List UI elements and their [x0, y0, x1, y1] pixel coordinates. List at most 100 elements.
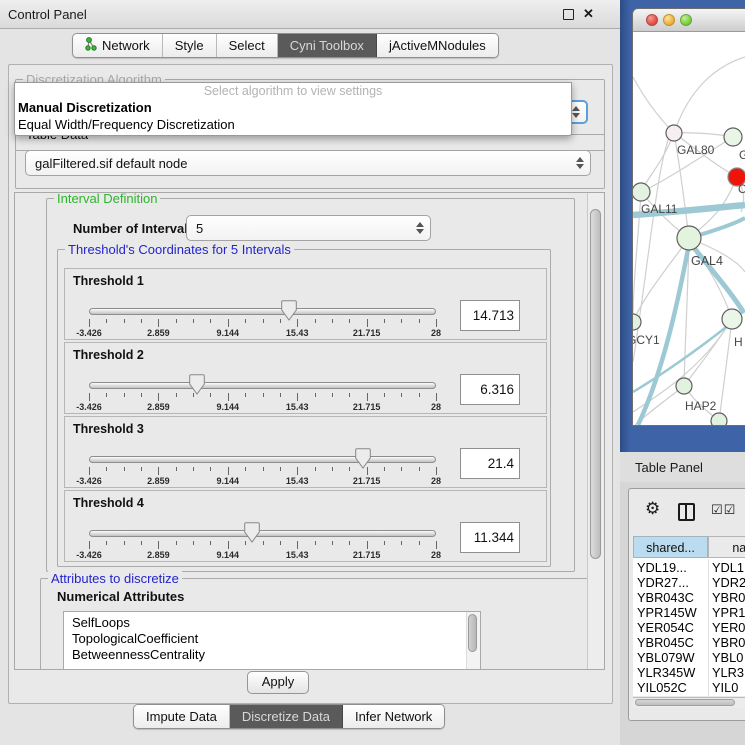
tab-label: Impute Data	[146, 709, 217, 724]
network-view-window: GAL80 GA C GAL11 GAL4 GCY1 H HAP2	[632, 8, 745, 426]
tab-style[interactable]: Style	[163, 34, 217, 57]
num-intervals-value: 5	[196, 221, 203, 236]
threshold-tick-labels: -3.4262.8599.14415.4321.71528	[89, 402, 436, 413]
table-cell[interactable]: YIL0	[712, 680, 738, 695]
table-data-group: Table Data galFiltered.sif default node	[15, 134, 605, 189]
threshold-ticks	[89, 393, 436, 402]
tab-cyni-toolbox[interactable]: Cyni Toolbox	[278, 34, 377, 57]
tab-jactivemnodules[interactable]: jActiveMNodules	[377, 34, 498, 57]
table-cell[interactable]: YIL052C	[637, 680, 687, 695]
node-attribute-table: shared...nameYDL19...YDL1YDR27...YDR2YBR…	[633, 536, 745, 696]
tab-network[interactable]: Network	[73, 34, 163, 57]
table-cell[interactable]: YER0	[712, 620, 745, 635]
threshold-value-field[interactable]: 14.713	[460, 300, 520, 331]
tab-infer-network[interactable]: Infer Network	[343, 705, 444, 728]
table-cell[interactable]: YER054C	[637, 620, 694, 635]
threshold-value-field[interactable]: 21.4	[460, 448, 520, 479]
column-separator	[708, 559, 709, 696]
network-node[interactable]	[724, 128, 742, 146]
table-cell[interactable]: YBR045C	[637, 635, 694, 650]
table-header-name[interactable]: name	[708, 536, 745, 558]
table-cell[interactable]: YLR345W	[637, 665, 695, 680]
threshold-slider-thumb[interactable]	[189, 374, 205, 395]
table-cell[interactable]: YBR0	[712, 590, 745, 605]
checkbox-icons[interactable]: ☑☑	[711, 503, 736, 518]
network-node[interactable]	[676, 378, 692, 394]
float-window-icon[interactable]	[563, 9, 574, 20]
scrollbar-thumb[interactable]	[468, 614, 477, 652]
table-panel-header: Table Panel	[620, 452, 745, 483]
control-panel-titlebar: Control Panel ✕	[0, 0, 620, 29]
table-cell[interactable]: YDR27...	[637, 575, 689, 590]
table-horizontal-scrollbar[interactable]	[633, 697, 745, 708]
table-cell[interactable]: YDL19...	[637, 560, 687, 575]
table-cell[interactable]: YBR0	[712, 635, 745, 650]
apply-button[interactable]: Apply	[247, 671, 309, 694]
minimize-traffic-light-icon[interactable]	[663, 14, 675, 26]
threshold-slider-track[interactable]	[89, 456, 436, 463]
threshold-slider-track[interactable]	[89, 530, 436, 537]
table-header-shared[interactable]: shared...	[633, 536, 708, 558]
threshold-slider-track[interactable]	[89, 382, 436, 389]
network-icon	[85, 37, 97, 54]
node-label: GCY1	[633, 333, 660, 347]
table-cell[interactable]: YBL079W	[637, 650, 695, 665]
combo-arrows-icon	[572, 106, 580, 118]
num-intervals-combobox[interactable]: 5	[186, 215, 431, 241]
threshold-slider-thumb[interactable]	[244, 522, 260, 543]
network-node[interactable]	[711, 413, 727, 425]
settings-scrollbar[interactable]	[587, 193, 604, 669]
attribute-item-topologicalcoefficient[interactable]: TopologicalCoefficient	[64, 631, 480, 647]
node-label: C	[738, 182, 745, 196]
threshold-slider-thumb[interactable]	[281, 300, 297, 321]
tab-impute-data[interactable]: Impute Data	[134, 705, 230, 728]
panel-title: Control Panel	[8, 7, 87, 22]
table-cell[interactable]: YDL1	[712, 560, 744, 575]
popup-option-manual-discretization[interactable]: Manual Discretization	[15, 99, 571, 116]
table-data-combobox[interactable]: galFiltered.sif default node	[25, 150, 591, 176]
attributes-scrollbar[interactable]	[466, 612, 480, 670]
node-label: GAL80	[677, 143, 715, 157]
numerical-attributes-list[interactable]: SelfLoopsTopologicalCoefficientBetweenne…	[63, 611, 481, 670]
threshold-slider-thumb[interactable]	[355, 448, 371, 469]
popup-placeholder: Select algorithm to view settings	[15, 83, 571, 99]
tab-label: Discretize Data	[242, 709, 330, 724]
scrollbar-thumb[interactable]	[590, 209, 601, 559]
node-label: H	[734, 335, 743, 349]
network-node[interactable]	[666, 125, 682, 141]
table-data-value: galFiltered.sif default node	[35, 156, 187, 171]
close-icon[interactable]: ✕	[583, 6, 594, 22]
threshold-slider-track[interactable]	[89, 308, 436, 315]
table-cell[interactable]: YPR145W	[637, 605, 697, 620]
attribute-item-betweennesscentrality[interactable]: BetweennessCentrality	[64, 647, 480, 663]
zoom-traffic-light-icon[interactable]	[680, 14, 692, 26]
threshold-panel: Threshold 2 -3.4262.8599.14415.4321.7152…	[64, 342, 547, 414]
app-root: Control Panel ✕ NetworkStyle Select Cyni T…	[0, 0, 745, 745]
group-title: Attributes to discretize	[48, 571, 182, 586]
close-traffic-light-icon[interactable]	[646, 14, 658, 26]
table-cell[interactable]: YLR3	[712, 665, 744, 680]
scrollbar-thumb[interactable]	[635, 699, 735, 706]
network-node[interactable]	[677, 226, 701, 250]
columns-icon[interactable]	[678, 503, 695, 521]
network-node[interactable]	[633, 183, 650, 201]
attribute-item-selfloops[interactable]: SelfLoops	[64, 615, 480, 631]
table-cell[interactable]: YDR2	[712, 575, 745, 590]
network-node-labels: GAL80 GA C GAL11 GAL4 GCY1 H HAP2	[633, 143, 745, 413]
network-node[interactable]	[722, 309, 742, 329]
table-cell[interactable]: YBR043C	[637, 590, 694, 605]
network-nodes[interactable]	[633, 125, 745, 425]
group-title: Interval Definition	[54, 192, 160, 206]
threshold-value-field[interactable]: 6.316	[460, 374, 520, 405]
threshold-value-field[interactable]: 11.344	[460, 522, 520, 553]
tab-discretize-data[interactable]: Discretize Data	[230, 705, 343, 728]
tab-select[interactable]: Select	[217, 34, 278, 57]
popup-option-equal-width-frequency-discretization[interactable]: Equal Width/Frequency Discretization	[15, 116, 571, 133]
gear-icon[interactable]: ⚙	[645, 499, 660, 519]
network-canvas[interactable]: GAL80 GA C GAL11 GAL4 GCY1 H HAP2	[633, 32, 745, 425]
tab-label: Select	[229, 38, 265, 53]
bottom-tab-strip: Impute Data Discretize Data Infer Network	[133, 704, 445, 729]
table-cell[interactable]: YBL0	[712, 650, 743, 665]
table-cell[interactable]: YPR1	[712, 605, 745, 620]
threshold-tick-labels: -3.4262.8599.14415.4321.71528	[89, 550, 436, 561]
